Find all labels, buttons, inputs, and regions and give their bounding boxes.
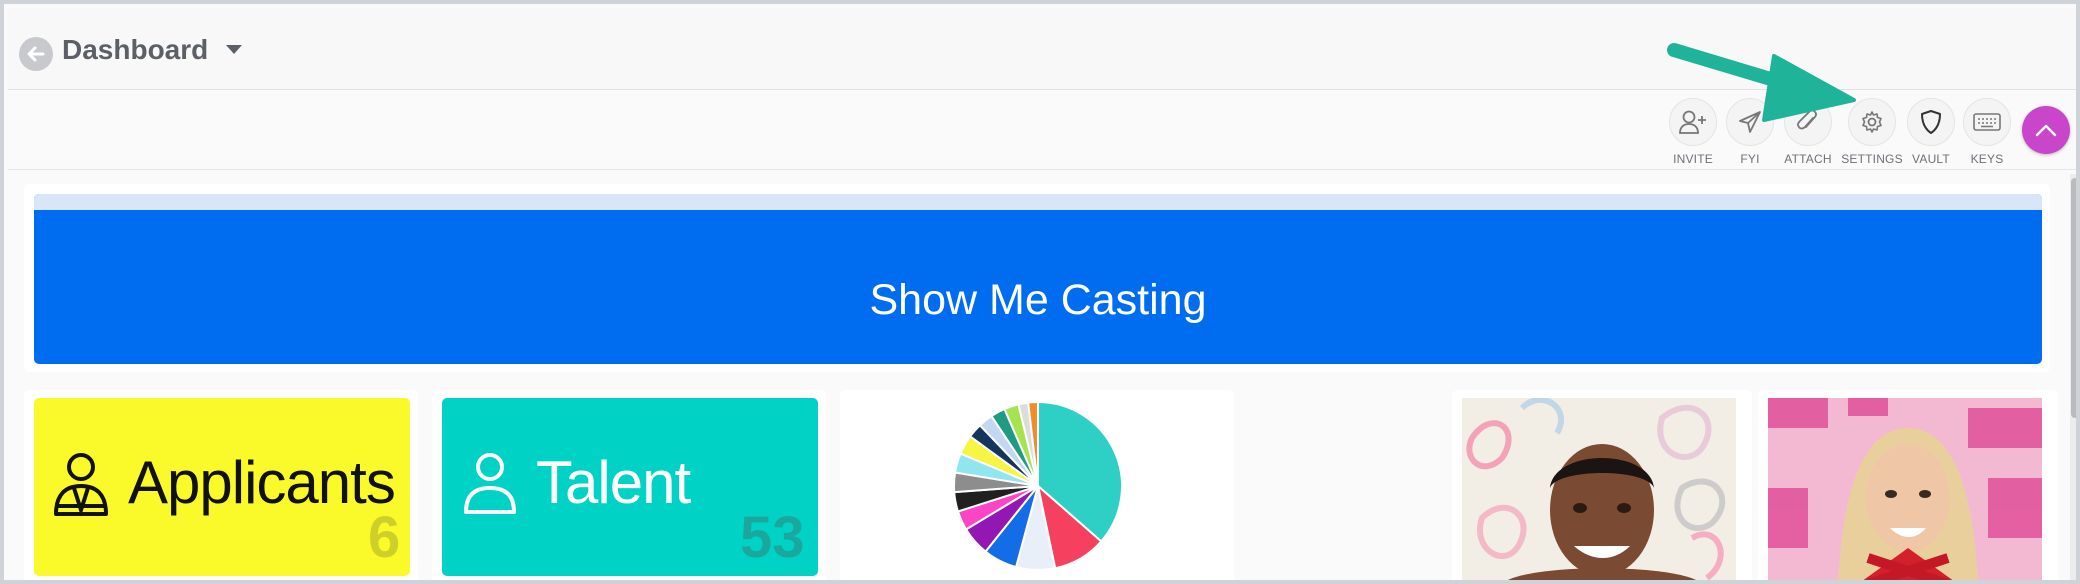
chevron-down-icon[interactable]: [226, 45, 242, 54]
vault-label: VAULT: [1912, 152, 1950, 166]
talent-card-container: Talent 53: [432, 390, 826, 580]
arrow-left-icon: [27, 46, 45, 62]
keyboard-icon: [1973, 113, 2001, 131]
talent-card[interactable]: Talent 53: [442, 398, 818, 576]
scrollbar-thumb[interactable]: [2071, 178, 2076, 418]
profile-photo-2: [1768, 398, 2042, 580]
annotation-arrow-icon: [1667, 43, 1856, 122]
banner-title: Show Me Casting: [869, 276, 1207, 324]
applicants-card-container: Applicants 6: [24, 390, 418, 580]
profile-photo-2-image: [1768, 398, 2042, 580]
page-title[interactable]: Dashboard: [62, 34, 208, 66]
pie-chart-card[interactable]: [840, 390, 1234, 580]
chevron-up-icon: [2035, 124, 2057, 137]
show-me-casting-banner[interactable]: Show Me Casting: [34, 194, 2042, 364]
profile-photo-card-1[interactable]: [1452, 390, 1752, 580]
keys-button[interactable]: KEYS: [1959, 98, 2015, 168]
profile-photo-1-image: [1462, 398, 1736, 580]
applicants-label: Applicants: [128, 449, 396, 516]
user-icon: [464, 453, 516, 514]
applicants-count: 6: [368, 505, 401, 570]
attach-label: ATTACH: [1784, 152, 1832, 166]
invite-label: INVITE: [1673, 152, 1713, 166]
banner-container: Show Me Casting: [24, 184, 2050, 372]
vault-button[interactable]: VAULT: [1903, 98, 1959, 168]
profile-photo-1: [1462, 398, 1736, 580]
app-window: Dashboard INVITE FYI ATTACH SETTINGS VAU…: [0, 0, 2080, 584]
applicants-card[interactable]: Applicants 6: [34, 398, 410, 576]
banner-top-strip: [34, 194, 2042, 210]
applicant-user-icon: [54, 453, 108, 517]
pie-chart: [953, 400, 1123, 571]
talent-count: 53: [740, 505, 805, 570]
keys-label: KEYS: [1970, 152, 2004, 166]
vertical-scrollbar[interactable]: [2070, 174, 2076, 580]
shield-icon: [1921, 110, 1941, 134]
fyi-label: FYI: [1740, 152, 1760, 166]
back-button[interactable]: [19, 37, 53, 71]
talent-label: Talent: [536, 449, 691, 516]
scroll-top-button[interactable]: [2022, 106, 2070, 154]
profile-photo-card-2[interactable]: [1758, 390, 2058, 580]
settings-label: SETTINGS: [1841, 152, 1903, 166]
